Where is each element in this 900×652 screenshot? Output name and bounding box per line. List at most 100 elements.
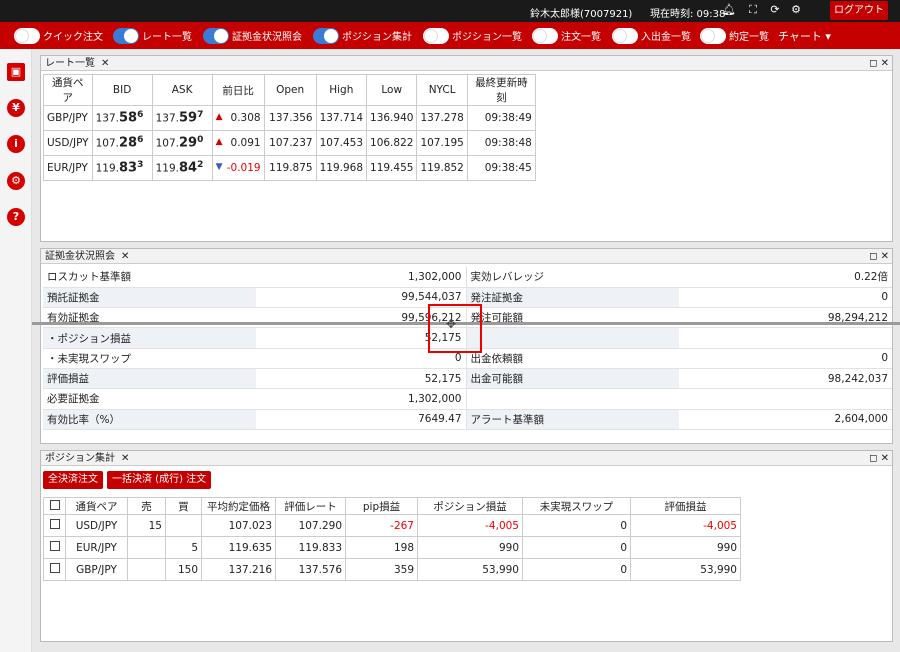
save-icon[interactable]: ▣ — [7, 63, 25, 81]
close-icon[interactable]: ✕ — [881, 453, 889, 464]
maximize-icon[interactable]: ◻ — [869, 251, 877, 262]
bid-cell[interactable]: 107.286 — [91, 130, 153, 156]
logout-button[interactable]: ログアウト — [830, 1, 888, 20]
gear-icon[interactable]: ⚙ — [789, 3, 803, 17]
column-header[interactable]: 通貨ペア — [65, 497, 128, 515]
close-icon[interactable]: ✕ — [121, 251, 129, 262]
column-header[interactable]: 最終更新時刻 — [466, 74, 536, 106]
nav-item[interactable]: 注文一覧 — [532, 26, 601, 45]
close-icon[interactable]: ✕ — [121, 453, 129, 464]
column-header[interactable]: 評価レート — [275, 497, 346, 515]
table-row[interactable]: EUR/JPY 5 119.635 119.833 198 990 0 990 — [43, 536, 741, 559]
change-value: 0.091 — [230, 137, 261, 149]
high-cell: 107.453 — [315, 130, 368, 156]
column-header[interactable]: ASK — [151, 74, 213, 106]
ask-prefix: 107. — [155, 137, 179, 150]
fullscreen-icon[interactable]: ⛶ — [746, 3, 760, 17]
toggle-switch[interactable] — [203, 27, 229, 44]
row-select-cell[interactable] — [43, 558, 66, 581]
bid-pips: 28 — [118, 135, 138, 151]
table-row[interactable]: EUR/JPY 119.833 119.842 ▼ -0.019 119.875 119.9… — [43, 155, 536, 181]
close-icon[interactable]: ✕ — [881, 58, 889, 69]
column-header[interactable]: 平均約定価格 — [201, 497, 276, 515]
chart-menu[interactable]: チャート ▾ — [778, 28, 831, 44]
toggle-switch[interactable] — [532, 27, 558, 44]
nav-item[interactable]: ポジション一覧 — [423, 26, 522, 45]
table-row[interactable]: GBP/JPY 150 137.216 137.576 359 53,990 0 53,990 — [43, 558, 741, 581]
ask-cell[interactable]: 119.842 — [151, 155, 213, 181]
close-all-button[interactable]: 全決済注文 — [43, 471, 103, 489]
row-checkbox[interactable] — [49, 519, 60, 529]
ask-prefix: 137. — [155, 112, 179, 125]
column-header[interactable]: 前日比 — [211, 74, 265, 106]
column-header[interactable]: Low — [366, 74, 418, 106]
margin-label: 実効レバレッジ — [466, 267, 679, 288]
column-header[interactable]: BID — [91, 74, 153, 106]
bulk-close-market-button[interactable]: 一括決済 (成行) 注文 — [107, 471, 212, 489]
margin-label: 評価損益 — [43, 368, 256, 390]
row-checkbox[interactable] — [49, 541, 60, 551]
bid-prefix: 107. — [95, 137, 119, 150]
toggle-switch[interactable] — [113, 27, 139, 44]
change-value: 0.308 — [230, 112, 261, 124]
table-row[interactable]: USD/JPY 15 107.023 107.290 -267 -4,005 0 -4,005 — [43, 514, 741, 537]
column-header[interactable]: 未実現スワップ — [522, 497, 631, 515]
row-checkbox[interactable] — [49, 563, 60, 573]
help-icon[interactable]: ? — [7, 208, 25, 226]
pip-cell: 198 — [345, 536, 418, 559]
column-header[interactable]: NYCL — [416, 74, 468, 106]
margin-value: 0 — [679, 348, 892, 369]
column-header[interactable]: 評価損益 — [630, 497, 741, 515]
column-header[interactable]: 買 — [165, 497, 202, 515]
column-header[interactable]: 通貨ペア — [43, 74, 93, 106]
ask-cell[interactable]: 107.290 — [151, 130, 213, 156]
bell-icon[interactable]: 🔔︎ — [722, 3, 736, 17]
nycl-cell: 107.195 — [416, 130, 468, 156]
info-icon[interactable]: i — [7, 135, 25, 153]
toggle-switch[interactable] — [700, 27, 726, 44]
row-select-cell[interactable] — [43, 536, 66, 559]
ask-pips: 59 — [178, 110, 198, 126]
settings-icon[interactable]: ⚙ — [7, 172, 25, 190]
toggle-switch[interactable] — [14, 27, 40, 44]
refresh-icon[interactable]: ⟳ — [768, 3, 782, 17]
toggle-switch[interactable] — [423, 27, 449, 44]
table-row: ロスカット基準額 1,302,000 実効レバレッジ 0.22倍 — [43, 267, 892, 288]
nav-item[interactable]: 約定一覧 — [700, 26, 769, 45]
bid-prefix: 137. — [95, 112, 119, 125]
table-row[interactable]: GBP/JPY 137.586 137.597 ▲ 0.308 137.356 137.71… — [43, 105, 536, 131]
nav-item[interactable]: 証拠金状況照会 — [203, 26, 302, 45]
yen-icon[interactable]: ¥ — [7, 99, 25, 117]
column-header[interactable]: ポジション損益 — [417, 497, 523, 515]
nav-item[interactable]: クイック注文 — [14, 26, 103, 45]
close-icon[interactable]: ✕ — [101, 58, 109, 69]
select-all-cell[interactable] — [43, 497, 66, 515]
row-select-cell[interactable] — [43, 514, 66, 537]
table-row[interactable]: USD/JPY 107.286 107.290 ▲ 0.091 107.237 107.45… — [43, 130, 536, 156]
bid-fraction: 6 — [137, 110, 144, 121]
time-cell: 09:38:48 — [466, 130, 536, 156]
nav-item[interactable]: レート一覧 — [113, 26, 192, 45]
toggle-switch[interactable] — [313, 27, 339, 44]
maximize-icon[interactable]: ◻ — [869, 453, 877, 464]
table-row: 評価損益 52,175 出金可能額 98,242,037 — [43, 368, 892, 390]
high-cell: 137.714 — [315, 105, 368, 131]
toggle-knob — [424, 28, 438, 43]
column-header[interactable]: pip損益 — [345, 497, 418, 515]
sell-cell — [127, 558, 166, 581]
toggle-switch[interactable] — [612, 27, 638, 44]
column-header[interactable]: 売 — [127, 497, 166, 515]
column-header[interactable]: Open — [263, 74, 317, 106]
margin-label: ・未実現スワップ — [43, 348, 256, 369]
maximize-icon[interactable]: ◻ — [869, 58, 877, 69]
nav-item[interactable]: ポジション集計 — [313, 26, 412, 45]
bid-cell[interactable]: 119.833 — [91, 155, 153, 181]
close-icon[interactable]: ✕ — [881, 251, 889, 262]
high-cell: 119.968 — [315, 155, 368, 181]
margin-label — [466, 327, 679, 349]
bid-cell[interactable]: 137.586 — [91, 105, 153, 131]
nav-item[interactable]: 入出金一覧 — [612, 26, 691, 45]
column-header[interactable]: High — [315, 74, 368, 106]
select-all-checkbox[interactable] — [49, 499, 60, 510]
ask-cell[interactable]: 137.597 — [151, 105, 213, 131]
